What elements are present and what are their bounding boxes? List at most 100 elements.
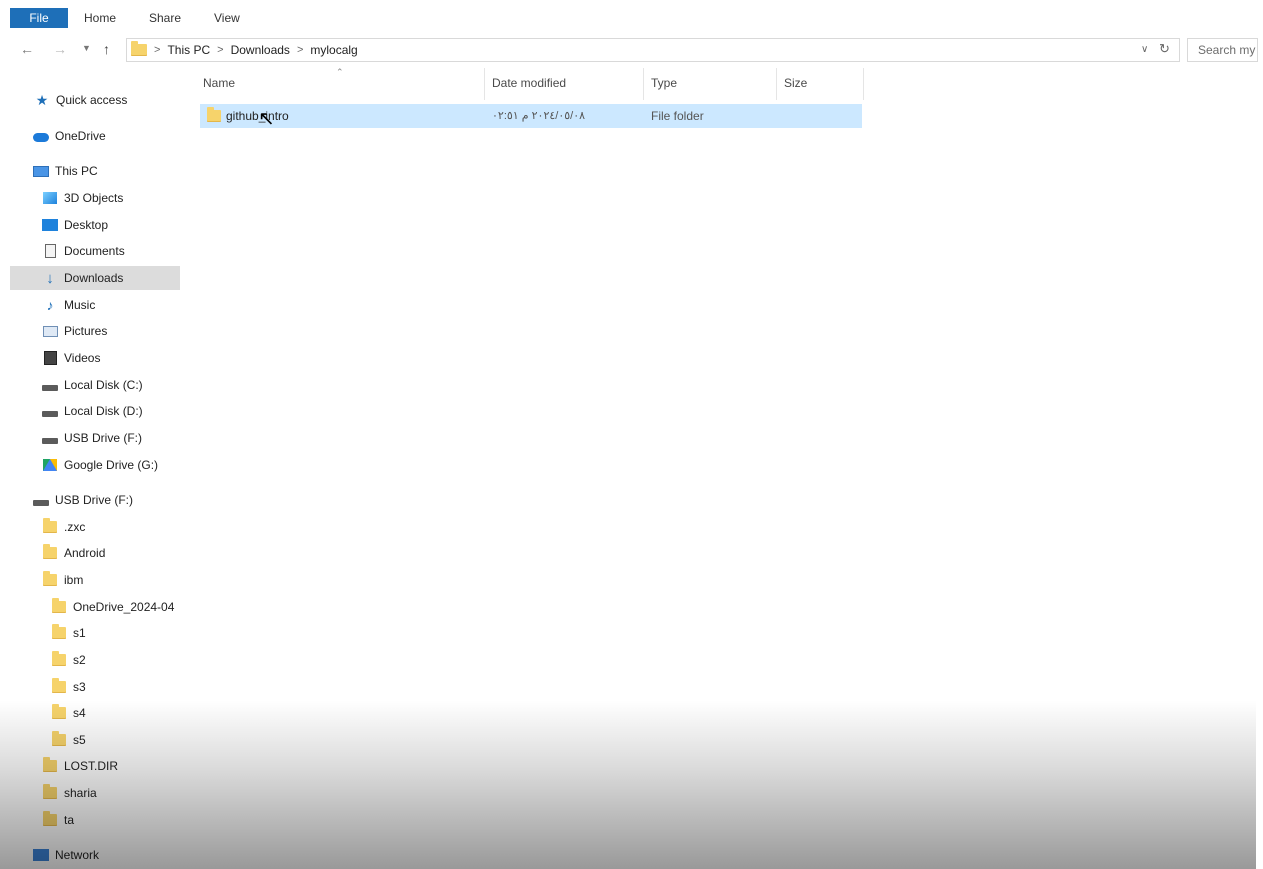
nav-folder-s1[interactable]: s1 xyxy=(51,621,180,645)
drive-icon xyxy=(42,404,58,418)
nav-this-pc[interactable]: This PC xyxy=(33,159,203,183)
usb-drive-icon xyxy=(33,493,49,507)
nav-music[interactable]: ♪ Music xyxy=(42,293,180,317)
breadcrumb-downloads[interactable]: Downloads xyxy=(231,43,290,57)
address-dropdown-icon[interactable]: ∨ xyxy=(1141,44,1148,55)
nav-local-disk-d[interactable]: Local Disk (D:) xyxy=(42,399,180,423)
nav-label: Videos xyxy=(64,351,101,365)
nav-onedrive[interactable]: OneDrive xyxy=(33,124,203,148)
nav-label: s2 xyxy=(73,653,86,667)
folder-icon xyxy=(51,704,67,720)
chevron-right-icon[interactable]: > xyxy=(154,44,160,56)
nav-pictures[interactable]: Pictures xyxy=(42,319,180,343)
breadcrumb-mylocalg[interactable]: mylocalg xyxy=(310,43,357,57)
music-note-icon: ♪ xyxy=(46,297,54,313)
recent-locations-chevron-icon[interactable]: ▼ xyxy=(82,43,91,53)
search-input[interactable]: Search my xyxy=(1187,38,1258,62)
cloud-icon xyxy=(33,129,49,143)
nav-downloads[interactable]: ↓ Downloads xyxy=(10,266,180,290)
nav-videos[interactable]: Videos xyxy=(42,346,180,370)
nav-folder-s3[interactable]: s3 xyxy=(51,675,180,699)
refresh-icon[interactable]: ↻ xyxy=(1159,41,1170,57)
nav-network[interactable]: Network xyxy=(33,843,180,867)
nav-label: Pictures xyxy=(64,324,108,338)
folder-icon xyxy=(42,811,58,827)
nav-label: Downloads xyxy=(64,271,124,285)
up-arrow-icon[interactable]: ↑ xyxy=(103,41,110,57)
file-list[interactable]: ⌃ Name Date modified Type Size github_in… xyxy=(183,66,1256,869)
nav-label: s5 xyxy=(73,733,86,747)
folder-icon xyxy=(51,598,67,614)
tab-home[interactable]: Home xyxy=(84,10,116,26)
chevron-right-icon[interactable]: > xyxy=(217,44,223,56)
nav-label: Android xyxy=(64,546,106,560)
nav-folder-onedrive-2024[interactable]: OneDrive_2024-04 xyxy=(51,595,180,619)
breadcrumb: > This PC > Downloads > mylocalg xyxy=(131,41,358,58)
nav-3d-objects[interactable]: 3D Objects xyxy=(42,186,180,210)
nav-label: LOST.DIR xyxy=(64,759,119,773)
forward-icon[interactable]: → xyxy=(53,41,67,57)
nav-quick-access[interactable]: ★ Quick access xyxy=(34,88,204,112)
tab-view[interactable]: View xyxy=(214,10,240,26)
nav-label: This PC xyxy=(55,164,98,178)
nav-label: Local Disk (D:) xyxy=(64,404,143,418)
nav-label: Music xyxy=(64,298,96,312)
column-divider[interactable] xyxy=(484,68,485,100)
column-header-date-modified[interactable]: Date modified xyxy=(492,66,566,100)
folder-icon xyxy=(42,544,58,560)
nav-label: Documents xyxy=(64,244,125,258)
column-divider[interactable] xyxy=(863,68,864,100)
nav-desktop[interactable]: Desktop xyxy=(42,213,180,237)
nav-documents[interactable]: Documents xyxy=(42,239,180,263)
usb-drive-icon xyxy=(42,431,58,445)
nav-folder-sharia[interactable]: sharia xyxy=(42,781,180,805)
folder-icon xyxy=(207,107,221,122)
column-divider[interactable] xyxy=(776,68,777,100)
download-arrow-icon: ↓ xyxy=(46,269,54,287)
folder-icon xyxy=(42,518,58,534)
folder-icon xyxy=(51,678,67,694)
tab-share[interactable]: Share xyxy=(149,10,181,26)
folder-icon xyxy=(51,624,67,640)
column-header-type[interactable]: Type xyxy=(651,66,677,100)
nav-label: OneDrive xyxy=(55,129,106,143)
folder-icon xyxy=(51,651,67,667)
nav-folder-s5[interactable]: s5 xyxy=(51,728,180,752)
chevron-right-icon[interactable]: > xyxy=(297,44,303,56)
nav-label: USB Drive (F:) xyxy=(55,493,133,507)
nav-folder-zxc[interactable]: .zxc xyxy=(42,515,180,539)
system-drive-icon xyxy=(42,378,58,392)
nav-folder-ibm[interactable]: ibm xyxy=(42,568,180,592)
file-date-modified: ٢٠٢٤/٠٥/٠٨ م ٠٢:٥١ xyxy=(492,110,586,122)
nav-local-disk-c[interactable]: Local Disk (C:) xyxy=(42,373,180,397)
address-bar[interactable]: > This PC > Downloads > mylocalg ∨ ↻ xyxy=(126,38,1180,62)
column-header-size[interactable]: Size xyxy=(784,66,807,100)
column-header-name[interactable]: Name xyxy=(203,66,235,100)
tab-file[interactable]: File xyxy=(10,8,68,28)
folder-icon xyxy=(51,731,67,747)
ribbon: File Home Share View xyxy=(0,0,1256,34)
desktop-icon xyxy=(42,218,58,232)
column-divider[interactable] xyxy=(643,68,644,100)
search-placeholder: Search my xyxy=(1198,43,1256,57)
nav-label: Network xyxy=(55,848,100,862)
picture-icon xyxy=(42,324,58,338)
table-row[interactable]: github_intro ٢٠٢٤/٠٥/٠٨ م ٠٢:٥١ File fol… xyxy=(200,104,862,128)
breadcrumb-this-pc[interactable]: This PC xyxy=(167,43,210,57)
navigation-pane[interactable]: ★ Quick access OneDrive This PC 3D Objec… xyxy=(10,70,180,869)
folder-icon xyxy=(42,571,58,587)
nav-folder-ta[interactable]: ta xyxy=(42,808,180,832)
nav-folder-s2[interactable]: s2 xyxy=(51,648,180,672)
nav-usb-drive-f[interactable]: USB Drive (F:) xyxy=(42,426,180,450)
address-row: ← → ▼ ↑ > This PC > Downloads > mylocalg… xyxy=(0,36,1256,64)
nav-folder-s4[interactable]: s4 xyxy=(51,701,180,725)
nav-google-drive-g[interactable]: Google Drive (G:) xyxy=(42,453,180,477)
star-icon: ★ xyxy=(35,91,49,108)
film-icon xyxy=(42,351,58,365)
nav-label: ta xyxy=(64,813,75,827)
nav-label: ibm xyxy=(64,573,84,587)
back-icon[interactable]: ← xyxy=(20,41,34,57)
nav-folder-lost-dir[interactable]: LOST.DIR xyxy=(42,754,180,778)
nav-usb-drive-root[interactable]: USB Drive (F:) xyxy=(33,488,180,512)
nav-folder-android[interactable]: Android xyxy=(42,541,180,565)
